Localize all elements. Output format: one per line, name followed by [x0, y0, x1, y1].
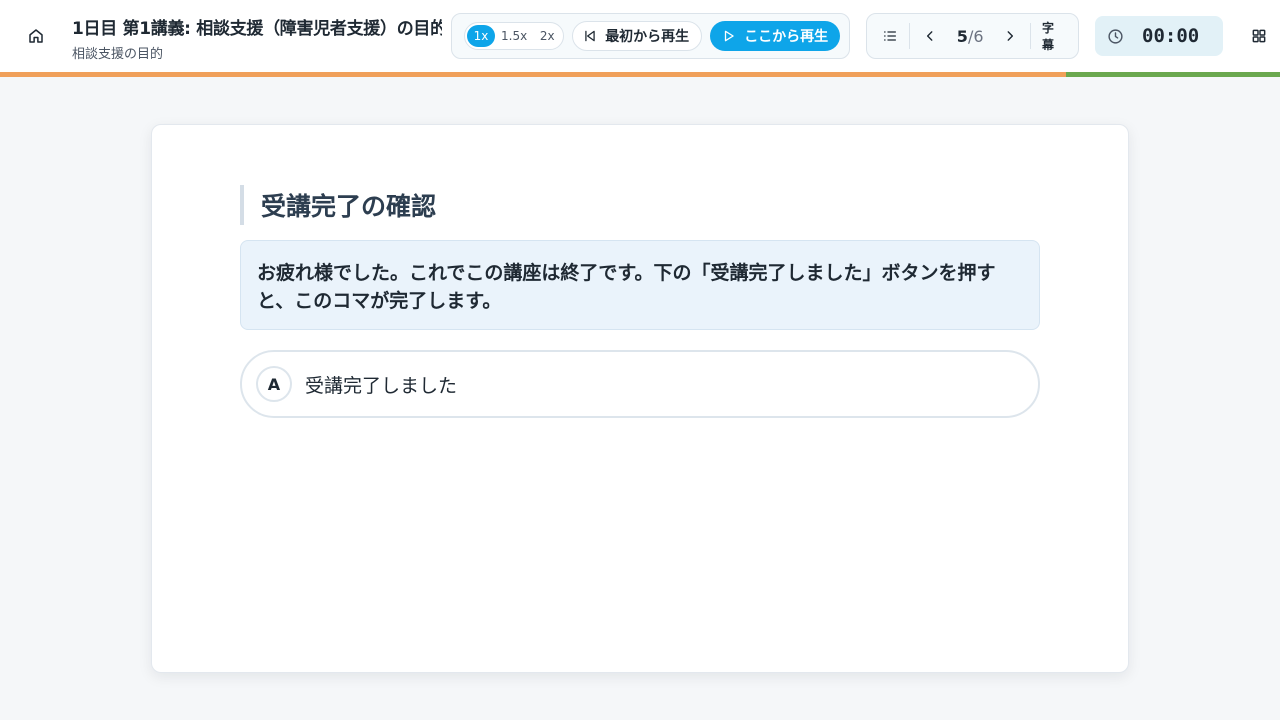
play-from-start-label: 最初から再生 — [605, 29, 690, 45]
elapsed-timer: 00:00 — [1095, 16, 1223, 56]
nav-divider — [1030, 23, 1032, 49]
previous-slide-button[interactable] — [915, 20, 944, 52]
playback-controls: 1x 1.5x 2x 最初から再生 ここから再生 — [451, 13, 850, 59]
speed-option-1x[interactable]: 1x — [467, 25, 495, 47]
play-from-here-button[interactable]: ここから再生 — [710, 21, 841, 51]
home-button[interactable] — [22, 22, 50, 50]
lecture-subtitle: 相談支援の目的 — [72, 47, 164, 62]
lecture-title: 1日目 第1講義: 相談支援（障害児者支援）の目的 — [72, 19, 442, 39]
total-pages: /6 — [967, 26, 984, 46]
nav-divider — [909, 23, 911, 49]
lecture-title-block: 1日目 第1講義: 相談支援（障害児者支援）の目的 相談支援の目的 — [72, 14, 442, 62]
speed-option-1-5x[interactable]: 1.5x — [495, 25, 533, 47]
play-from-start-button[interactable]: 最初から再生 — [572, 21, 703, 51]
top-bar: 1日目 第1講義: 相談支援（障害児者支援）の目的 相談支援の目的 1x 1.5… — [0, 0, 1280, 72]
subtitles-button[interactable]: 字幕 — [1036, 19, 1070, 53]
skip-back-icon — [585, 30, 595, 42]
clock-icon — [1108, 28, 1123, 44]
page-indicator: 5/6 — [945, 27, 996, 46]
lesson-progress-bar — [0, 72, 1280, 77]
timer-value: 00:00 — [1142, 25, 1200, 47]
answer-option-a[interactable]: A 受講完了しました — [240, 350, 1040, 418]
chevron-right-icon — [1007, 31, 1014, 41]
next-slide-button[interactable] — [996, 20, 1025, 52]
slide-navigation: 5/6 字幕 — [866, 13, 1079, 59]
option-letter-badge: A — [256, 366, 292, 402]
speed-selector: 1x 1.5x 2x — [464, 22, 565, 50]
play-from-here-label: ここから再生 — [744, 29, 829, 45]
slide-list-button[interactable] — [875, 20, 904, 52]
layout-toggle-button[interactable] — [1247, 22, 1271, 50]
chevron-left-icon — [926, 31, 933, 41]
completion-message: お疲れ様でした。これでこの講座は終了です。下の「受講完了しました」ボタンを押すと… — [240, 240, 1040, 330]
lesson-progress-fill — [0, 72, 1067, 77]
section-title: 受講完了の確認 — [240, 185, 436, 225]
list-icon — [883, 31, 896, 41]
speed-option-2x[interactable]: 2x — [533, 25, 561, 47]
current-page: 5 — [956, 26, 968, 46]
home-icon — [29, 29, 43, 43]
grid-icon — [1252, 29, 1266, 43]
option-label: 受講完了しました — [305, 374, 458, 397]
play-icon — [725, 30, 734, 42]
slide-card: 受講完了の確認 お疲れ様でした。これでこの講座は終了です。下の「受講完了しました… — [151, 124, 1129, 673]
